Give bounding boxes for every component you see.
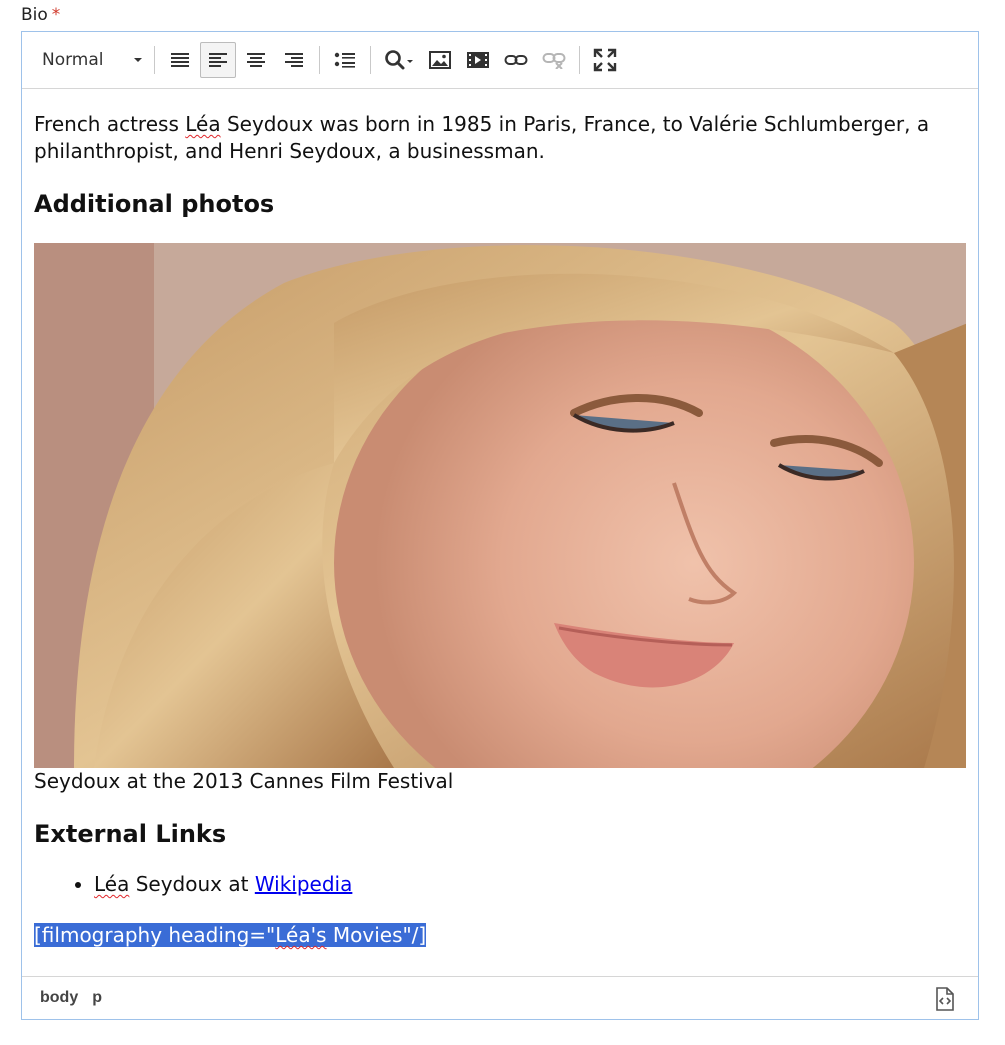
align-left-button[interactable] <box>200 42 236 78</box>
image-icon <box>429 51 451 69</box>
bulleted-list-icon <box>334 52 355 68</box>
unlink-button[interactable] <box>536 42 572 78</box>
intro-paragraph: French actress Léa Seydoux was born in 1… <box>34 111 966 165</box>
justify-icon <box>171 53 189 67</box>
maximize-icon <box>593 48 617 72</box>
bulleted-list-button[interactable] <box>327 42 363 78</box>
link-icon <box>504 55 528 65</box>
field-label-text: Bio <box>21 5 48 25</box>
shortcode-text: Movies"/] <box>326 923 427 947</box>
external-links-list: Léa Seydoux at Wikipedia <box>34 871 966 898</box>
video-button[interactable] <box>460 42 496 78</box>
selected-text: [filmography heading="Léa's Movies"/] <box>34 923 427 947</box>
misspelled-word: Léa <box>185 112 221 136</box>
find-button[interactable] <box>378 42 420 78</box>
external-links-heading: External Links <box>34 820 227 848</box>
format-dropdown[interactable]: Normal <box>30 43 148 77</box>
search-icon <box>385 50 413 70</box>
path-item-p[interactable]: p <box>92 989 102 1007</box>
additional-photos-heading: Additional photos <box>34 190 275 218</box>
align-left-icon <box>209 53 227 67</box>
rich-text-editor[interactable]: Normal French actress Léa Seydoux was bo… <box>21 31 979 1020</box>
chevron-down-icon <box>134 58 142 62</box>
actress-photo[interactable] <box>34 243 966 768</box>
align-right-button[interactable] <box>276 42 312 78</box>
bio-field-label: Bio * <box>21 5 60 25</box>
toolbar-separator <box>154 46 155 74</box>
list-item: Léa Seydoux at Wikipedia <box>94 871 966 898</box>
source-code-icon <box>936 987 954 1011</box>
photo-caption: Seydoux at the 2013 Cannes Film Festival <box>34 769 454 793</box>
align-right-icon <box>285 53 303 67</box>
toolbar-separator <box>370 46 371 74</box>
unlink-icon <box>542 53 566 69</box>
justify-button[interactable] <box>162 42 198 78</box>
wikipedia-link[interactable]: Wikipedia <box>255 872 353 896</box>
portrait-illustration <box>34 243 966 768</box>
editor-toolbar: Normal <box>22 32 978 89</box>
list-item-text: Seydoux at <box>129 872 255 896</box>
shortcode-text: [filmography heading=" <box>34 923 276 947</box>
video-icon <box>467 52 489 68</box>
element-path-bar: body p <box>22 976 978 1019</box>
maximize-button[interactable] <box>587 42 623 78</box>
image-button[interactable] <box>422 42 458 78</box>
misspelled-word: Léa <box>94 872 130 896</box>
editor-content[interactable]: French actress Léa Seydoux was born in 1… <box>34 89 966 976</box>
misspelled-word: Léa's <box>275 923 327 947</box>
link-button[interactable] <box>498 42 534 78</box>
filmography-shortcode[interactable]: [filmography heading="Léa's Movies"/] <box>34 922 966 949</box>
required-mark: * <box>51 5 61 25</box>
align-center-button[interactable] <box>238 42 274 78</box>
toolbar-separator <box>579 46 580 74</box>
path-item-body[interactable]: body <box>40 989 78 1007</box>
intro-text: French actress <box>34 112 186 136</box>
toolbar-separator <box>319 46 320 74</box>
format-dropdown-value: Normal <box>42 50 104 70</box>
source-code-button[interactable] <box>934 987 956 1011</box>
align-center-icon <box>247 53 265 67</box>
